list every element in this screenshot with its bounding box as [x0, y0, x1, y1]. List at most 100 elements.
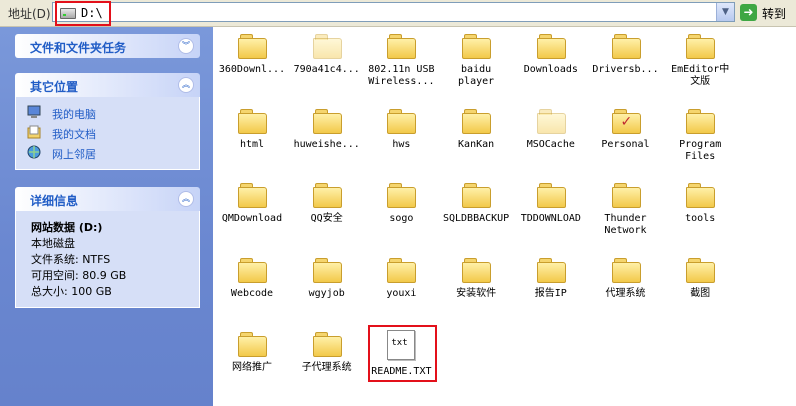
- folder-item[interactable]: Webcode: [214, 256, 290, 300]
- network-icon: [27, 145, 41, 159]
- details-panel-header[interactable]: 详细信息 ︽: [15, 187, 200, 211]
- drive-total-size: 总大小: 100 GB: [31, 285, 112, 298]
- item-label: youxi: [386, 287, 417, 299]
- go-label: 转到: [762, 7, 787, 21]
- places-panel-header[interactable]: 其它位置 ︽: [15, 73, 200, 97]
- places-panel-title: 其它位置: [30, 80, 79, 94]
- folder-item[interactable]: youxi: [363, 256, 439, 300]
- folder-icon: [238, 330, 267, 357]
- folder-item[interactable]: 代理系统: [588, 256, 664, 300]
- folder-item[interactable]: hws: [363, 107, 439, 151]
- folder-item[interactable]: 截图: [662, 256, 738, 300]
- folder-item[interactable]: wgyjob: [289, 256, 365, 300]
- place-my-computer[interactable]: 我的电脑: [16, 103, 199, 123]
- address-highlight-box: [55, 1, 111, 26]
- item-label: hws: [392, 138, 411, 150]
- folder-item[interactable]: QMDownload: [214, 181, 290, 225]
- folder-icon: [387, 32, 417, 59]
- details-panel-body: 网站数据 (D:) 本地磁盘 文件系统: NTFS 可用空间: 80.9 GB …: [15, 211, 200, 308]
- folder-icon: [312, 107, 342, 134]
- folder-item[interactable]: EmEditor中 文版: [662, 32, 738, 88]
- folder-item[interactable]: 802.11n USB Wireless...: [363, 32, 439, 88]
- folder-item[interactable]: 网络推广: [214, 330, 290, 374]
- folder-item[interactable]: MSOCache: [513, 107, 589, 151]
- folder-item[interactable]: 安装软件: [438, 256, 514, 300]
- folder-item[interactable]: KanKan: [438, 107, 514, 151]
- places-panel: 其它位置 ︽ 我的电脑 我的文档 网上邻居: [15, 73, 200, 170]
- item-label: 790a41c4...: [293, 64, 360, 75]
- personal-folder-icon: [611, 107, 641, 134]
- tasks-panel-title: 文件和文件夹任务: [30, 41, 127, 55]
- folder-icon: [611, 32, 641, 59]
- folder-item[interactable]: sogo: [363, 181, 439, 225]
- folder-item[interactable]: 报告IP: [513, 256, 589, 300]
- address-input[interactable]: D:\ ▼: [52, 2, 735, 22]
- drive-free-space: 可用空间: 80.9 GB: [31, 269, 127, 282]
- address-bar: 地址(D) D:\ ▼ ➜ 转到: [0, 0, 796, 27]
- tasks-panel-header[interactable]: 文件和文件夹任务 ︾: [15, 34, 200, 58]
- folder-item[interactable]: 360Downl...: [214, 32, 290, 76]
- folder-item[interactable]: baidu player: [438, 32, 514, 88]
- details-panel: 详细信息 ︽ 网站数据 (D:) 本地磁盘 文件系统: NTFS 可用空间: 8…: [15, 187, 200, 308]
- folder-item[interactable]: huweishe...: [289, 107, 365, 151]
- place-network[interactable]: 网上邻居: [16, 143, 199, 163]
- place-my-documents[interactable]: 我的文档: [16, 123, 199, 143]
- drive-type: 本地磁盘: [31, 237, 75, 250]
- folder-item[interactable]: TDDOWNLOAD: [513, 181, 589, 225]
- drive-filesystem: 文件系统: NTFS: [31, 253, 111, 266]
- folder-icon: [238, 181, 267, 208]
- places-panel-body: 我的电脑 我的文档 网上邻居: [15, 97, 200, 170]
- folder-item[interactable]: Driversb...: [588, 32, 664, 76]
- item-label: sogo: [389, 213, 414, 224]
- folder-icon: [686, 181, 716, 208]
- item-label: 802.11n USB Wireless...: [368, 64, 435, 87]
- chevron-down-icon[interactable]: ▼: [716, 3, 734, 21]
- drive-name: 网站数据 (D:): [31, 221, 103, 234]
- item-label: 网络推广: [232, 362, 272, 373]
- item-label: TDDOWNLOAD: [520, 213, 581, 224]
- folder-icon: [462, 256, 492, 283]
- folder-icon: [238, 256, 267, 283]
- folder-icon: [462, 181, 492, 208]
- go-arrow-icon: ➜: [740, 4, 757, 21]
- item-label: Downloads: [523, 64, 578, 75]
- folder-item[interactable]: tools: [662, 181, 738, 225]
- documents-icon: [27, 125, 41, 139]
- folder-icon: [312, 181, 342, 208]
- folder-icon: [312, 330, 342, 357]
- go-button[interactable]: ➜ 转到: [740, 3, 792, 22]
- double-chevron-up-icon[interactable]: ︽: [178, 191, 194, 207]
- folder-item[interactable]: QQ安全: [289, 181, 365, 225]
- computer-icon: [27, 105, 41, 118]
- selection-highlight-box: [368, 325, 437, 382]
- item-label: QMDownload: [221, 213, 283, 224]
- folder-icon: [387, 256, 417, 283]
- folder-item[interactable]: Program Files: [662, 107, 738, 163]
- folder-item[interactable]: 子代理系统: [289, 330, 365, 374]
- folder-item[interactable]: Downloads: [513, 32, 589, 76]
- item-label: 安装软件: [456, 287, 497, 299]
- folder-item[interactable]: html: [214, 107, 290, 151]
- item-label: 360Downl...: [218, 64, 286, 75]
- folder-item[interactable]: Personal: [588, 107, 664, 151]
- item-label: EmEditor中 文版: [671, 64, 730, 87]
- item-label: SQLDBBACKUP: [442, 213, 510, 224]
- folder-icon: [238, 32, 267, 59]
- place-label: 网上邻居: [52, 148, 96, 161]
- item-label: QQ安全: [310, 213, 343, 224]
- address-label: 地址(D): [8, 7, 51, 21]
- double-chevron-down-icon[interactable]: ︾: [178, 38, 194, 54]
- item-label: Driversb...: [592, 64, 659, 75]
- folder-icon: [611, 256, 641, 283]
- folder-item[interactable]: Thunder Network: [588, 181, 664, 237]
- folder-icon: [686, 256, 716, 283]
- place-label: 我的电脑: [52, 108, 96, 121]
- folder-icon: [611, 181, 641, 208]
- folder-item[interactable]: 790a41c4...: [289, 32, 365, 76]
- folder-icon: [536, 256, 566, 283]
- item-label: wgyjob: [308, 287, 345, 299]
- folder-icon: [387, 181, 417, 208]
- task-pane: 文件和文件夹任务 ︾ 其它位置 ︽ 我的电脑 我的文档 网上邻居 详细信息 ︽ …: [0, 27, 213, 406]
- folder-item[interactable]: SQLDBBACKUP: [438, 181, 514, 225]
- double-chevron-up-icon[interactable]: ︽: [178, 77, 194, 93]
